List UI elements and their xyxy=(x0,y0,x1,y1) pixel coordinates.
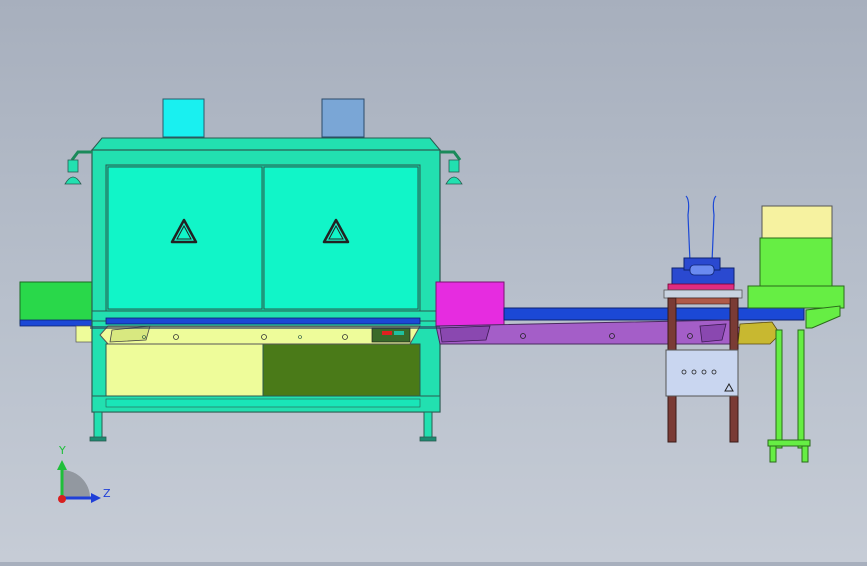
lamp-icon xyxy=(64,150,92,185)
cabinet-legs xyxy=(89,411,437,442)
axis-triad-icon: Y Z xyxy=(57,444,111,503)
lamp-icon xyxy=(440,150,463,185)
exhaust-right xyxy=(321,98,365,138)
control-box xyxy=(665,349,739,397)
triad-y-label: Y xyxy=(58,444,66,457)
cad-viewport[interactable]: Y Z xyxy=(0,0,867,562)
right-unit xyxy=(737,205,845,463)
triad-z-label: Z xyxy=(103,487,111,500)
cabinet xyxy=(90,137,442,413)
infeed-block xyxy=(19,281,99,343)
machine-drawing: Y Z xyxy=(19,98,845,503)
magenta-box xyxy=(435,281,505,327)
exhaust-left xyxy=(162,98,205,138)
